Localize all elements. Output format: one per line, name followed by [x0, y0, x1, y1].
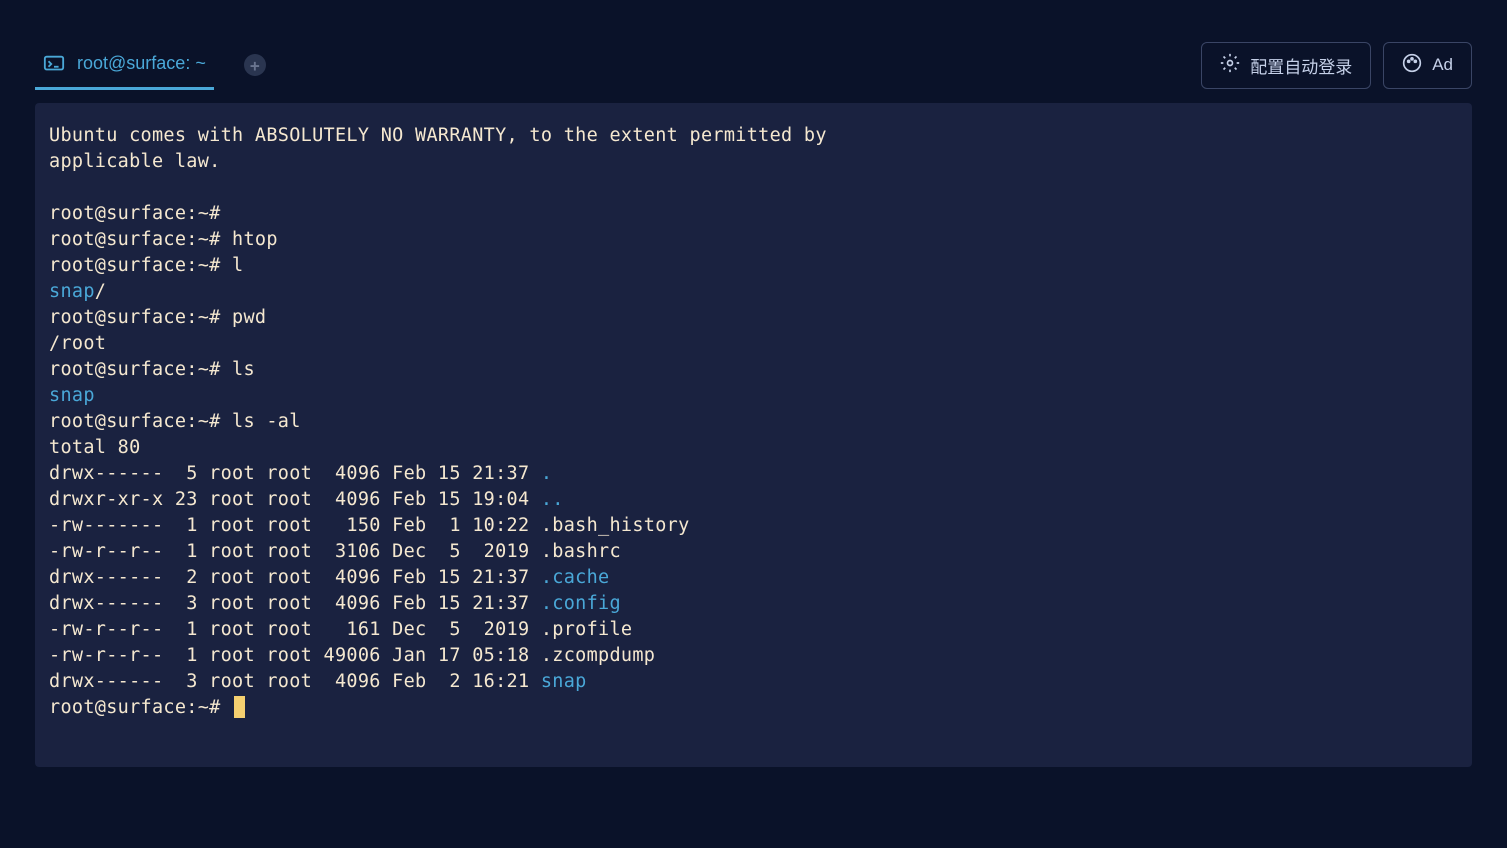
prompt-line: root@surface:~# — [49, 201, 1458, 227]
output-line: /root — [49, 331, 1458, 357]
ls-row: -rw-r--r-- 1 root root 3106 Dec 5 2019 .… — [49, 539, 1458, 565]
ad-label: Ad — [1432, 55, 1453, 75]
tab-bar: root@surface: ~ + — [35, 41, 266, 90]
ls-row: -rw------- 1 root root 150 Feb 1 10:22 .… — [49, 513, 1458, 539]
blank-line — [49, 175, 1458, 201]
auto-login-button[interactable]: 配置自动登录 — [1201, 42, 1371, 89]
gear-icon — [1220, 53, 1240, 78]
prompt-line: root@surface:~# l — [49, 253, 1458, 279]
file-entry: .bash_history — [541, 515, 690, 536]
motd-line: applicable law. — [49, 149, 1458, 175]
dir-entry: .cache — [541, 567, 610, 588]
dir-entry: snap — [541, 671, 587, 692]
dir-entry: . — [541, 463, 552, 484]
ls-row: drwx------ 2 root root 4096 Feb 15 21:37… — [49, 565, 1458, 591]
terminal-output: Ubuntu comes with ABSOLUTELY NO WARRANTY… — [49, 123, 1458, 721]
motd-line: Ubuntu comes with ABSOLUTELY NO WARRANTY… — [49, 123, 1458, 149]
output-line: snap/ — [49, 279, 1458, 305]
terminal[interactable]: Ubuntu comes with ABSOLUTELY NO WARRANTY… — [35, 103, 1472, 767]
file-entry: .bashrc — [541, 541, 621, 562]
ls-row: drwxr-xr-x 23 root root 4096 Feb 15 19:0… — [49, 487, 1458, 513]
dir-entry: .. — [541, 489, 564, 510]
file-entry: .zcompdump — [541, 645, 655, 666]
tab-terminal[interactable]: root@surface: ~ — [35, 41, 214, 90]
ad-button[interactable]: Ad — [1383, 42, 1472, 89]
ls-row: drwx------ 5 root root 4096 Feb 15 21:37… — [49, 461, 1458, 487]
monitor-icon — [43, 53, 65, 75]
add-tab-button[interactable]: + — [244, 54, 266, 76]
palette-icon — [1402, 53, 1422, 78]
cursor — [234, 696, 245, 718]
output-line: total 80 — [49, 435, 1458, 461]
auto-login-label: 配置自动登录 — [1250, 53, 1352, 78]
ls-row: drwx------ 3 root root 4096 Feb 2 16:21 … — [49, 669, 1458, 695]
prompt-line: root@surface:~# pwd — [49, 305, 1458, 331]
header: root@surface: ~ + 配置自动登录 — [35, 35, 1472, 95]
footer — [35, 767, 1472, 817]
prompt-line: root@surface:~# htop — [49, 227, 1458, 253]
output-line: snap — [49, 383, 1458, 409]
dir-entry: snap — [49, 385, 95, 406]
prompt-line: root@surface:~# ls -al — [49, 409, 1458, 435]
prompt-line: root@surface:~# — [49, 695, 1458, 721]
ls-row: -rw-r--r-- 1 root root 49006 Jan 17 05:1… — [49, 643, 1458, 669]
actions: 配置自动登录 Ad — [1201, 42, 1472, 89]
ls-row: drwx------ 3 root root 4096 Feb 15 21:37… — [49, 591, 1458, 617]
dir-entry: snap — [49, 281, 95, 302]
prompt-line: root@surface:~# ls — [49, 357, 1458, 383]
file-entry: .profile — [541, 619, 633, 640]
dir-entry: .config — [541, 593, 621, 614]
ls-row: -rw-r--r-- 1 root root 161 Dec 5 2019 .p… — [49, 617, 1458, 643]
tab-title: root@surface: ~ — [77, 53, 206, 74]
